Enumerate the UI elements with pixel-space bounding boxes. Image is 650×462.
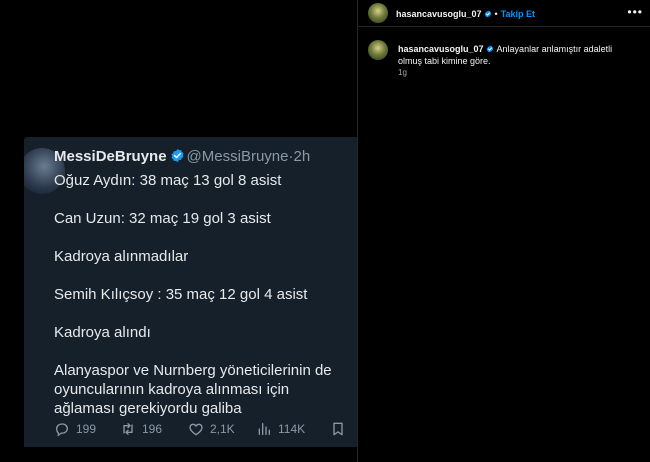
caption-avatar[interactable]: [368, 40, 388, 60]
views-chart-icon: [258, 423, 270, 435]
header-user-row: hasancavusoglu_07 • Takip Et: [396, 8, 535, 19]
caption-time: 1g: [398, 68, 407, 77]
views-count: 114K: [278, 422, 306, 436]
more-options-icon[interactable]: •••: [627, 5, 643, 19]
tweet-line: Alanyaspor ve Nurnberg yöneticilerinin d…: [54, 362, 332, 417]
reply-action: 199: [54, 421, 96, 437]
profile-avatar[interactable]: [368, 3, 388, 23]
follow-button[interactable]: Takip Et: [501, 9, 535, 19]
reply-icon: [55, 423, 69, 437]
heart-icon: [189, 423, 203, 436]
like-action: 2,1K: [188, 421, 235, 437]
tweet-line: Oğuz Aydın: 38 maç 13 gol 8 asist: [54, 172, 282, 189]
tweet-header: MessiDeBruyne @MessiBruyne·2h: [54, 148, 310, 166]
like-count: 2,1K: [210, 422, 235, 436]
caption-username[interactable]: hasancavusoglu_07: [398, 44, 484, 54]
retweet-icon: [123, 423, 133, 435]
reply-count: 199: [76, 422, 97, 436]
views-action: 114K: [256, 421, 305, 437]
retweet-count: 196: [142, 422, 163, 436]
header-username[interactable]: hasancavusoglu_07: [396, 9, 482, 19]
tweet-time: 2h: [293, 148, 311, 165]
caption-text: hasancavusoglu_07 Anlayanlar anlamıştır a…: [398, 43, 633, 67]
instagram-side-panel: hasancavusoglu_07 • Takip Et ••• hasancavu…: [357, 0, 650, 462]
tweet-line: Kadroya alındı: [54, 324, 151, 341]
verified-badge-icon: [170, 148, 185, 163]
verified-badge-icon: [486, 44, 494, 53]
bookmark-icon: [333, 422, 343, 436]
tweet-handle: @MessiBruyne: [186, 148, 289, 165]
tweet-author-name: MessiDeBruyne: [54, 148, 167, 165]
tweet-screenshot: MessiDeBruyne @MessiBruyne·2h Oğuz Aydın:…: [24, 137, 357, 447]
bookmark-action: [330, 421, 346, 437]
tweet-actions: 199 196 2,1K 114K: [54, 421, 354, 439]
verified-badge-icon: [484, 9, 492, 18]
header-dot: •: [494, 9, 498, 19]
post-header: hasancavusoglu_07 • Takip Et •••: [358, 0, 650, 27]
tweet-line: Can Uzun: 32 maç 19 gol 3 asist: [54, 210, 271, 227]
tweet-line: Semih Kılıçsoy : 35 maç 12 gol 4 asist: [54, 286, 308, 303]
post-image: MessiDeBruyne @MessiBruyne·2h Oğuz Aydın:…: [0, 0, 357, 462]
tweet-line: Kadroya alınmadılar: [54, 248, 189, 265]
retweet-action: 196: [120, 421, 162, 437]
tweet-text: Oğuz Aydın: 38 maç 13 gol 8 asist Can Uz…: [54, 171, 354, 418]
